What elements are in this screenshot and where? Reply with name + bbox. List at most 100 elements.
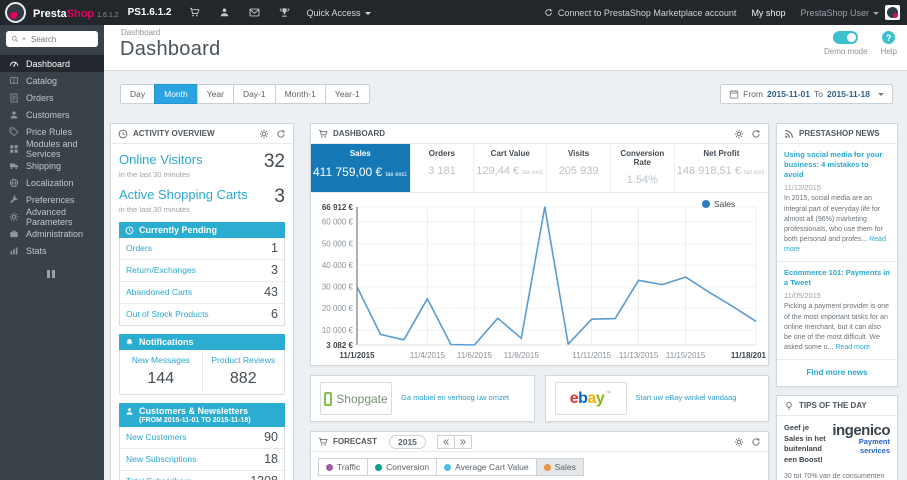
kpi-visits[interactable]: Visits 205 939 bbox=[546, 144, 610, 192]
search-input[interactable] bbox=[29, 33, 93, 45]
help-icon[interactable]: ? bbox=[882, 31, 896, 44]
tip-heading: Geef je Sales in het buitenland een Boos… bbox=[784, 423, 826, 464]
search-icon[interactable] bbox=[11, 35, 19, 43]
cart-icon[interactable] bbox=[189, 7, 200, 18]
sidebar-collapse-button[interactable] bbox=[47, 270, 57, 278]
metric-toggle-sales[interactable]: Sales bbox=[535, 458, 584, 476]
sidebar-item-advanced-parameters[interactable]: Advanced Parameters bbox=[0, 207, 104, 227]
rss-icon bbox=[784, 129, 794, 139]
sidebar-item-stats[interactable]: Stats bbox=[0, 242, 104, 259]
previous-year-button[interactable] bbox=[436, 434, 455, 449]
kpi-orders[interactable]: Orders 3 181 bbox=[409, 144, 474, 192]
svg-text:40 000 €: 40 000 € bbox=[322, 261, 354, 270]
shopgate-link[interactable]: Ga mobiel en verhoog uw omzet bbox=[401, 393, 509, 403]
sidebar-item-shipping[interactable]: Shipping bbox=[0, 157, 104, 174]
kpi-cart-value[interactable]: Cart Value 129,44 € tax excl. bbox=[473, 144, 546, 192]
news-article-excerpt: In 2015, social media are an integral pa… bbox=[784, 194, 890, 255]
kpi-sales[interactable]: Sales 411 759,00 € tax excl. bbox=[311, 144, 410, 192]
gear-icon[interactable] bbox=[259, 129, 269, 139]
date-to-value: 2015-11-18 bbox=[826, 89, 870, 99]
read-more-link[interactable]: Read more bbox=[835, 344, 870, 351]
user-menu[interactable]: PrestaShop User bbox=[800, 5, 900, 20]
metric-toggle-conversion[interactable]: Conversion bbox=[367, 458, 438, 476]
ebay-logo[interactable]: ebay ™ bbox=[554, 382, 627, 415]
range-tab-day[interactable]: Day bbox=[120, 84, 156, 104]
sidebar-item-catalog[interactable]: Catalog bbox=[0, 72, 104, 89]
dashboard-panel: DASHBOARD Sales 411 759,00 € tax excl. Ord… bbox=[310, 123, 769, 366]
sidebar-item-customers[interactable]: Customers bbox=[0, 106, 104, 123]
customers-icon[interactable] bbox=[219, 7, 230, 18]
lightbulb-icon bbox=[784, 401, 794, 411]
forecast-panel-title: FORECAST bbox=[333, 437, 377, 446]
brand-link[interactable]: PrestaShop 1.6.1.2 bbox=[33, 4, 119, 22]
gear-icon[interactable] bbox=[734, 129, 744, 139]
ebay-link[interactable]: Start uw eBay-winkel vandaag bbox=[636, 393, 737, 403]
mail-icon[interactable] bbox=[249, 7, 260, 18]
topbar-menu-icons bbox=[189, 7, 290, 18]
quick-access-menu[interactable]: Quick Access bbox=[306, 8, 371, 18]
activity-stat-link[interactable]: Online Visitors bbox=[119, 152, 203, 167]
notifications-link-product-reviews[interactable]: Product Reviews bbox=[205, 355, 283, 365]
news-article-title[interactable]: Ecommerce 101: Payments in a Tweet bbox=[784, 268, 890, 288]
sidebar-item-modules-and-services[interactable]: Modules and Services bbox=[0, 139, 104, 159]
sidebar-item-preferences[interactable]: Preferences bbox=[0, 191, 104, 208]
activity-stat-subtitle: in the last 30 minutes bbox=[119, 205, 190, 214]
kpi-conversion-rate[interactable]: Conversion Rate 1.54% bbox=[609, 144, 674, 192]
average-cart-value-dot-icon bbox=[444, 463, 452, 471]
range-tab-year-1[interactable]: Year-1 bbox=[324, 84, 370, 104]
stat-row-abandoned-carts: Abandoned Carts 43 bbox=[120, 282, 284, 304]
metric-toggle-label: Average Cart Value bbox=[455, 462, 529, 472]
row-link-new-customers[interactable]: New Customers bbox=[126, 432, 186, 442]
kpi-value-suffix: tax excl. bbox=[385, 172, 408, 178]
shopgate-brand-text: Shopgate bbox=[336, 391, 388, 406]
range-tab-month[interactable]: Month bbox=[154, 84, 198, 104]
demo-mode-label: Demo mode bbox=[823, 47, 868, 56]
row-link-out-of-stock-products[interactable]: Out of Stock Products bbox=[126, 309, 209, 319]
metric-toggle-traffic[interactable]: Traffic bbox=[318, 458, 369, 476]
prestashop-logo[interactable] bbox=[5, 2, 26, 23]
section-header-customers-newsletters: Customers & Newsletters (FROM 2015-11-01 … bbox=[119, 403, 285, 427]
row-link-total-subscribers[interactable]: Total Subscribers bbox=[126, 476, 191, 480]
row-link-orders[interactable]: Orders bbox=[126, 243, 152, 253]
sidebar-item-localization[interactable]: Localization bbox=[0, 174, 104, 191]
row-value: 1 bbox=[271, 241, 278, 255]
metric-toggle-average-cart-value[interactable]: Average Cart Value bbox=[436, 458, 537, 476]
range-tab-day-1[interactable]: Day-1 bbox=[232, 84, 276, 104]
activity-overview-body: Online Visitors 32 in the last 30 minutes A… bbox=[111, 144, 293, 480]
my-shop-link[interactable]: My shop bbox=[751, 8, 785, 18]
refresh-icon[interactable] bbox=[751, 437, 761, 447]
help-label: Help bbox=[880, 47, 897, 56]
center-column: DASHBOARD Sales 411 759,00 € tax excl. Ord… bbox=[310, 123, 769, 480]
kpi-net-profit[interactable]: Net Profit 148 918,51 € tax excl. bbox=[673, 144, 768, 192]
activity-stat-value: 3 bbox=[274, 186, 285, 207]
gear-icon[interactable] bbox=[734, 437, 744, 447]
date-range-picker[interactable]: From 2015-11-01 To 2015-11-18 bbox=[720, 84, 893, 104]
trophy-icon[interactable] bbox=[279, 7, 290, 18]
refresh-icon[interactable] bbox=[276, 129, 286, 139]
chart-legend-sales[interactable]: Sales bbox=[702, 199, 735, 209]
activity-stat-link[interactable]: Active Shopping Carts bbox=[119, 187, 248, 202]
notifications-link-new-messages[interactable]: New Messages bbox=[122, 355, 200, 365]
demo-mode-toggle[interactable] bbox=[833, 31, 859, 44]
sidebar-item-orders[interactable]: Orders bbox=[0, 89, 104, 106]
row-link-return-exchanges[interactable]: Return/Exchanges bbox=[126, 265, 196, 275]
breadcrumb[interactable]: Dashboard bbox=[121, 28, 160, 37]
sidebar-item-price-rules[interactable]: Price Rules bbox=[0, 123, 104, 140]
shopgate-logo[interactable]: Shopgate bbox=[320, 382, 392, 415]
forecast-year[interactable]: 2015 bbox=[389, 434, 426, 449]
sidebar-item-dashboard[interactable]: Dashboard bbox=[0, 55, 104, 72]
next-year-button[interactable] bbox=[453, 434, 472, 449]
row-link-new-subscriptions[interactable]: New Subscriptions bbox=[126, 454, 196, 464]
news-article-title[interactable]: Using social media for your business: 4 … bbox=[784, 150, 890, 180]
notifications-col-new-messages: New Messages 144 bbox=[120, 350, 202, 394]
range-tab-month-1[interactable]: Month-1 bbox=[274, 84, 326, 104]
marketplace-link[interactable]: Connect to PrestaShop Marketplace accoun… bbox=[544, 8, 736, 18]
find-more-news-link[interactable]: Find more news bbox=[777, 360, 897, 386]
row-link-abandoned-carts[interactable]: Abandoned Carts bbox=[126, 287, 192, 297]
range-tab-year[interactable]: Year bbox=[196, 84, 234, 104]
sidebar-item-administration[interactable]: Administration bbox=[0, 225, 104, 242]
kpi-label: Conversion Rate bbox=[620, 149, 665, 167]
search-scope-caret-icon[interactable] bbox=[22, 38, 26, 42]
refresh-icon[interactable] bbox=[751, 129, 761, 139]
kpi-value: 129,44 € tax excl. bbox=[476, 165, 544, 177]
